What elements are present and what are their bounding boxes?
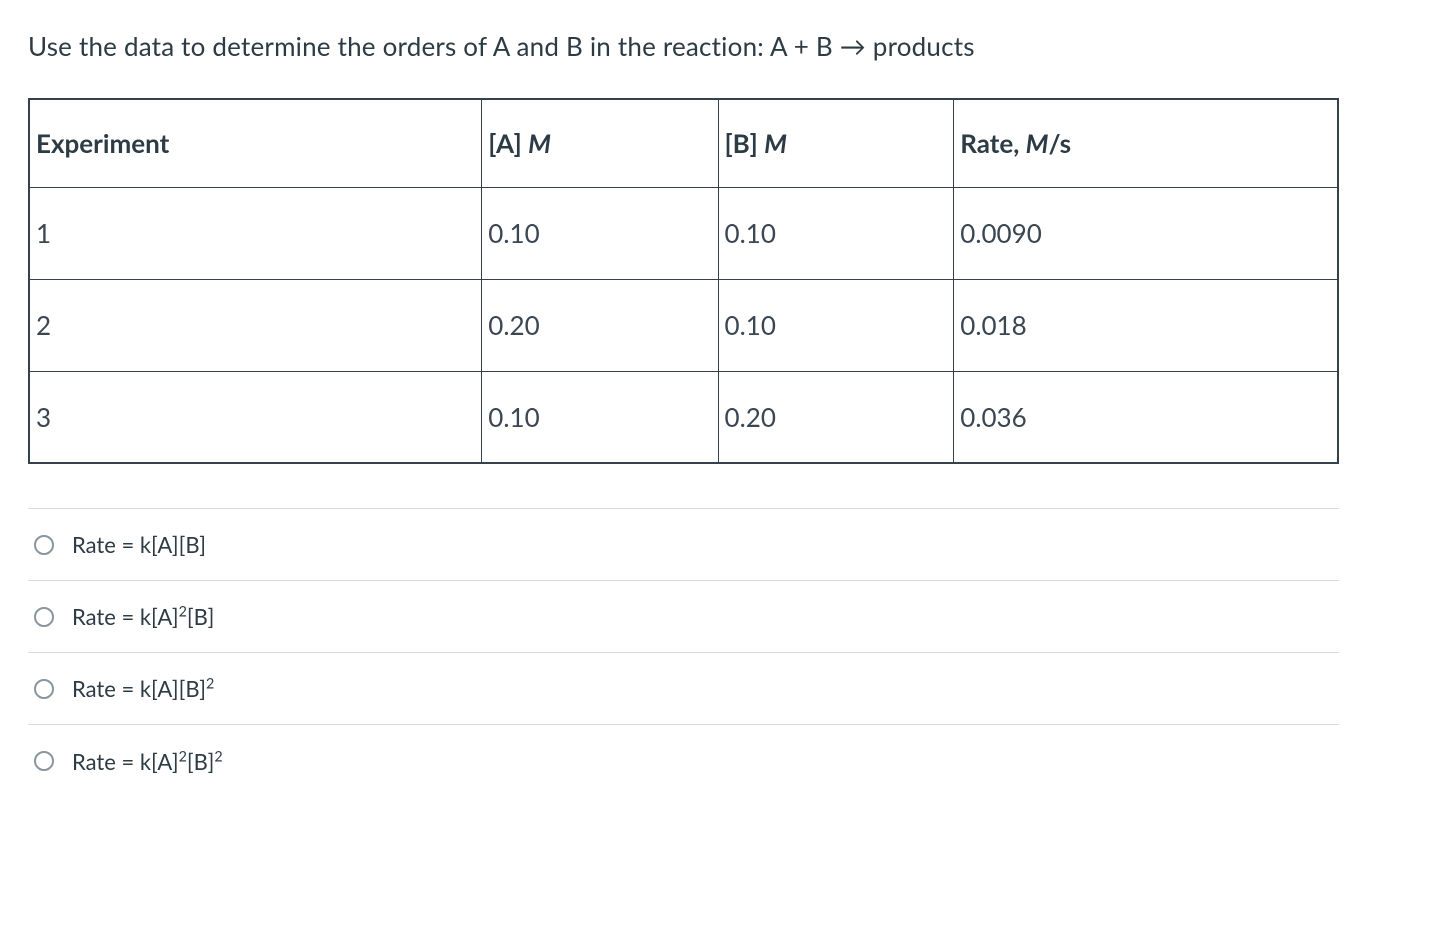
header-concentration-a: [A] M [482, 99, 718, 187]
cell-experiment: 2 [29, 279, 482, 371]
cell-rate: 0.0090 [954, 187, 1338, 279]
cell-a: 0.20 [482, 279, 718, 371]
header-experiment: Experiment [29, 99, 482, 187]
answer-label: Rate = k[A][B]2 [72, 675, 214, 702]
cell-a: 0.10 [482, 187, 718, 279]
cell-b: 0.20 [718, 371, 954, 463]
cell-a: 0.10 [482, 371, 718, 463]
radio-icon[interactable] [34, 607, 54, 627]
question-text: Use the data to determine the orders of … [28, 30, 1425, 62]
radio-icon[interactable] [34, 751, 54, 771]
answer-option-3[interactable]: Rate = k[A][B]2 [28, 653, 1339, 725]
cell-experiment: 3 [29, 371, 482, 463]
table-row: 1 0.10 0.10 0.0090 [29, 187, 1338, 279]
answer-label: Rate = k[A]2[B] [72, 603, 214, 630]
header-concentration-b: [B] M [718, 99, 954, 187]
cell-b: 0.10 [718, 187, 954, 279]
answer-label: Rate = k[A]2[B]2 [72, 748, 223, 775]
answer-option-4[interactable]: Rate = k[A]2[B]2 [28, 725, 1339, 797]
radio-icon[interactable] [34, 679, 54, 699]
table-row: 3 0.10 0.20 0.036 [29, 371, 1338, 463]
cell-rate: 0.018 [954, 279, 1338, 371]
table-row: 2 0.20 0.10 0.018 [29, 279, 1338, 371]
cell-b: 0.10 [718, 279, 954, 371]
cell-experiment: 1 [29, 187, 482, 279]
answer-option-1[interactable]: Rate = k[A][B] [28, 509, 1339, 581]
table-header-row: Experiment [A] M [B] M Rate, M/s [29, 99, 1338, 187]
answer-option-2[interactable]: Rate = k[A]2[B] [28, 581, 1339, 653]
radio-icon[interactable] [34, 535, 54, 555]
header-rate: Rate, M/s [954, 99, 1338, 187]
cell-rate: 0.036 [954, 371, 1338, 463]
experiment-data-table: Experiment [A] M [B] M Rate, M/s 1 0.10 … [28, 98, 1339, 464]
answer-label: Rate = k[A][B] [72, 531, 206, 558]
answers-list: Rate = k[A][B] Rate = k[A]2[B] Rate = k[… [28, 508, 1339, 797]
